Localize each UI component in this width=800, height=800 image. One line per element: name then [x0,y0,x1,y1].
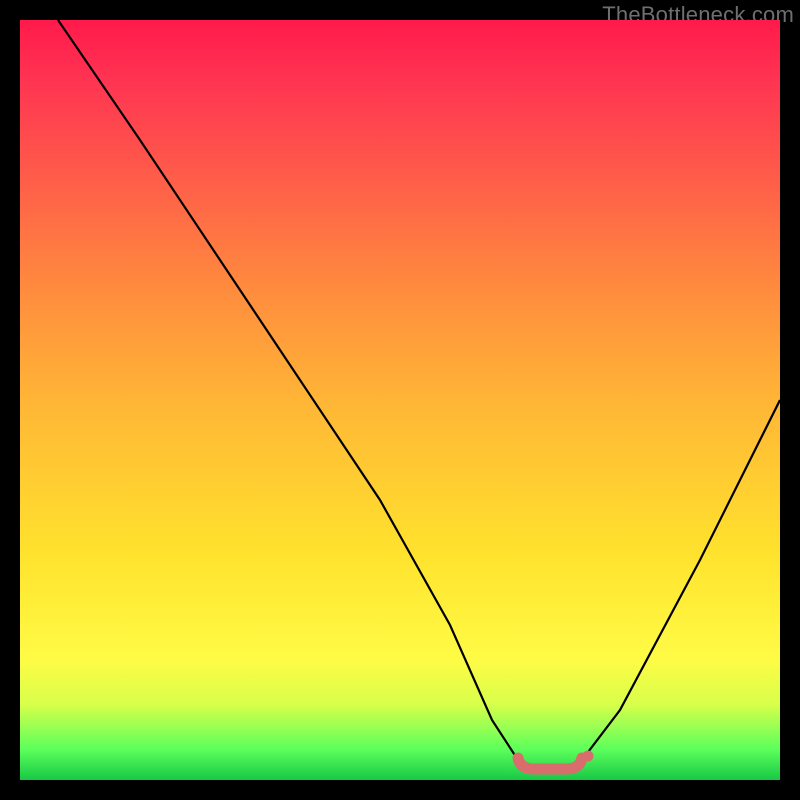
chart-frame: TheBottleneck.com [0,0,800,800]
bottleneck-curve [58,20,780,768]
flat-region-end-dot [583,751,594,762]
plot-area [20,20,780,780]
flat-region-marker [518,758,582,769]
chart-svg [20,20,780,780]
